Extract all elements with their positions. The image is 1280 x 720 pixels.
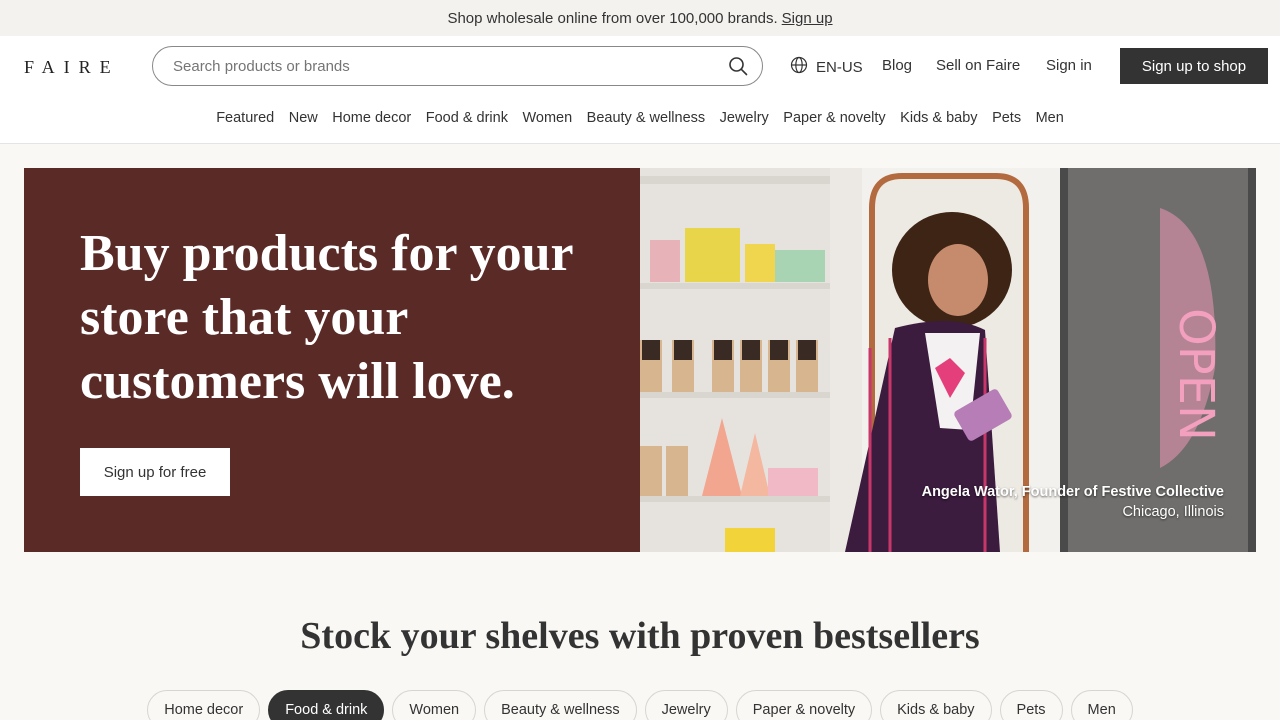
nav-category-beauty-wellness[interactable]: Beauty & wellness <box>587 110 705 126</box>
pill-women[interactable]: Women <box>392 690 477 720</box>
announcement-bar: Shop wholesale online from over 100,000 … <box>0 0 1280 36</box>
category-nav: Featured New Home decor Food & drink Wom… <box>0 110 1280 126</box>
nav-category-men[interactable]: Men <box>1036 110 1064 126</box>
search-bar[interactable] <box>152 46 763 86</box>
pill-home-decor[interactable]: Home decor <box>147 690 261 720</box>
bestseller-category-pills: Home decor Food & drink Women Beauty & w… <box>0 690 1280 720</box>
language-label: EN-US <box>816 58 863 76</box>
pill-kids-baby[interactable]: Kids & baby <box>880 690 992 720</box>
hero-text-panel: Buy products for your store that your cu… <box>24 168 640 552</box>
pill-beauty-wellness[interactable]: Beauty & wellness <box>484 690 637 720</box>
photo-caption: Angela Wator, Founder of Festive Collect… <box>922 482 1224 522</box>
nav-category-women[interactable]: Women <box>522 110 572 126</box>
bestsellers-heading: Stock your shelves with proven bestselle… <box>300 615 980 657</box>
nav-category-paper-novelty[interactable]: Paper & novelty <box>783 110 885 126</box>
language-selector[interactable]: EN-US <box>790 56 863 78</box>
svg-text:OPEN: OPEN <box>1168 308 1224 441</box>
nav-category-pets[interactable]: Pets <box>992 110 1021 126</box>
pill-paper-novelty[interactable]: Paper & novelty <box>735 690 873 720</box>
blog-link[interactable]: Blog <box>882 57 912 74</box>
caption-name: Angela Wator, Founder of Festive Collect… <box>921 484 1224 500</box>
nav-category-jewelry[interactable]: Jewelry <box>720 110 769 126</box>
caption-location: Chicago, Illinois <box>1122 504 1224 520</box>
faire-logo[interactable]: FAIRE <box>24 57 120 78</box>
announcement-signup-link[interactable]: Sign up <box>782 10 833 27</box>
sign-up-for-free-button[interactable]: Sign up for free <box>80 448 230 496</box>
nav-category-food-drink[interactable]: Food & drink <box>426 110 508 126</box>
nav-category-kids-baby[interactable]: Kids & baby <box>900 110 977 126</box>
nav-category-new[interactable]: New <box>289 110 318 126</box>
globe-icon <box>790 56 808 78</box>
site-header: FAIRE EN-US Blog Sell on Faire Sign in S… <box>0 36 1280 144</box>
pill-jewelry[interactable]: Jewelry <box>644 690 728 720</box>
hero-photo: OPEN Angela Wator, Founder of Festive Co… <box>640 168 1256 552</box>
search-icon[interactable] <box>726 54 750 78</box>
hero-banner: Buy products for your store that your cu… <box>24 168 1256 552</box>
sign-up-to-shop-button[interactable]: Sign up to shop <box>1120 48 1268 84</box>
search-input[interactable] <box>173 57 726 75</box>
sign-in-link[interactable]: Sign in <box>1046 57 1092 74</box>
pill-food-drink[interactable]: Food & drink <box>268 690 385 720</box>
sell-on-faire-link[interactable]: Sell on Faire <box>936 57 1020 74</box>
pill-men[interactable]: Men <box>1070 690 1133 720</box>
nav-category-featured[interactable]: Featured <box>216 110 274 126</box>
announcement-text: Shop wholesale online from over 100,000 … <box>447 9 778 27</box>
nav-category-home-decor[interactable]: Home decor <box>332 110 411 126</box>
hero-title: Buy products for your store that your cu… <box>80 225 573 410</box>
pill-pets[interactable]: Pets <box>999 690 1063 720</box>
